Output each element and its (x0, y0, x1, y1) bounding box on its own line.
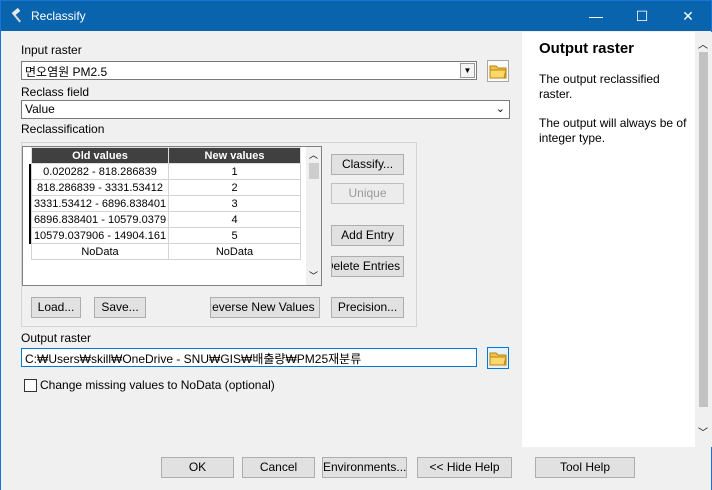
hammer-icon (11, 8, 21, 23)
help-title: Output raster (539, 40, 635, 57)
input-raster-browse-button[interactable] (487, 60, 509, 82)
minimize-button[interactable]: — (573, 1, 619, 31)
title-bar: Reclassify — ☐ ✕ (1, 1, 711, 31)
reclass-grid: Old values New values 0.020282 - 818.286… (31, 147, 301, 260)
cancel-button[interactable]: Cancel (242, 457, 315, 478)
chevron-up-icon[interactable]: ︿ (698, 36, 708, 51)
table-row[interactable]: 818.286839 - 3331.53412 2 (31, 179, 301, 196)
input-raster-label: Input raster (21, 43, 82, 57)
help-scrollbar[interactable]: ︿ ﹀ (695, 32, 712, 447)
hide-help-button[interactable]: << Hide Help (417, 457, 512, 478)
help-paragraph: The output reclassified raster. (539, 72, 660, 101)
table-row[interactable]: 3331.53412 - 6896.838401 3 (31, 195, 301, 212)
table-row[interactable]: 10579.037906 - 14904.161 5 (31, 227, 301, 244)
input-raster-value: 면오염원 PM2.5 (25, 65, 108, 79)
chevron-down-icon[interactable]: ﹀ (309, 269, 318, 282)
scroll-thumb[interactable] (699, 52, 708, 407)
reverse-new-values-button[interactable]: Reverse New Values (210, 297, 320, 318)
footer-bar: OK Cancel Environments... << Hide Help T… (1, 447, 711, 490)
add-entry-button[interactable]: Add Entry (331, 225, 404, 246)
output-raster-value: C:₩Users₩skill₩OneDrive - SNU₩GIS₩배출량₩PM… (25, 352, 362, 366)
help-paragraph: The output will always be of integer typ… (539, 116, 687, 145)
input-raster-dropdown[interactable]: 면오염원 PM2.5 ▼ (21, 61, 477, 80)
load-button[interactable]: Load... (31, 297, 81, 318)
close-button[interactable]: ✕ (665, 1, 711, 31)
old-value-cell[interactable]: 3331.53412 - 6896.838401 (31, 195, 169, 212)
precision-button[interactable]: Precision... (331, 297, 404, 318)
new-value-cell[interactable]: 5 (168, 227, 301, 244)
missing-values-checkbox[interactable] (24, 379, 37, 392)
old-value-cell[interactable]: 10579.037906 - 14904.161 (31, 227, 169, 244)
environments-button[interactable]: Environments... (322, 457, 407, 478)
table-row[interactable]: 0.020282 - 818.286839 1 (31, 163, 301, 180)
table-row[interactable]: NoData NoData (31, 243, 301, 260)
missing-values-label[interactable]: Change missing values to NoData (optiona… (40, 378, 275, 392)
old-value-cell[interactable]: NoData (31, 243, 169, 260)
reclass-field-label: Reclass field (21, 85, 90, 99)
window-title: Reclassify (31, 9, 86, 23)
table-row[interactable]: 6896.838401 - 10579.0379 4 (31, 211, 301, 228)
reclassify-dialog: Reclassify — ☐ ✕ Input raster 면오염원 PM2.5… (0, 0, 712, 490)
row-header (23, 147, 31, 285)
column-header-old[interactable]: Old values (31, 147, 169, 164)
tool-help-button[interactable]: Tool Help (535, 457, 635, 478)
old-value-cell[interactable]: 0.020282 - 818.286839 (31, 163, 169, 180)
ok-button[interactable]: OK (161, 457, 234, 478)
old-value-cell[interactable]: 818.286839 - 3331.53412 (31, 179, 169, 196)
reclass-field-value: Value (25, 102, 55, 116)
reclass-field-dropdown[interactable]: Value ⌄ (21, 100, 510, 119)
table-scrollbar[interactable]: ︿ ﹀ (306, 147, 321, 285)
help-panel: Output raster The output reclassified ra… (522, 32, 695, 447)
chevron-down-icon[interactable]: ⌄ (496, 102, 505, 115)
new-value-cell[interactable]: NoData (168, 243, 301, 260)
new-value-cell[interactable]: 1 (168, 163, 301, 180)
new-value-cell[interactable]: 3 (168, 195, 301, 212)
chevron-down-icon[interactable]: ﹀ (698, 424, 708, 439)
column-header-new[interactable]: New values (168, 147, 301, 164)
chevron-down-icon[interactable]: ▼ (460, 63, 475, 78)
output-raster-label: Output raster (21, 331, 92, 345)
delete-entries-button[interactable]: Delete Entries (331, 256, 404, 277)
output-raster-input[interactable]: C:₩Users₩skill₩OneDrive - SNU₩GIS₩배출량₩PM… (21, 348, 477, 367)
maximize-button[interactable]: ☐ (619, 1, 665, 31)
scroll-thumb[interactable] (309, 163, 319, 179)
new-value-cell[interactable]: 2 (168, 179, 301, 196)
save-button[interactable]: Save... (94, 297, 146, 318)
chevron-up-icon[interactable]: ︿ (309, 148, 318, 161)
folder-open-icon (489, 352, 507, 366)
reclassification-label: Reclassification (21, 122, 105, 136)
unique-button[interactable]: Unique (331, 183, 404, 204)
output-raster-browse-button[interactable] (487, 347, 509, 369)
reclass-table[interactable]: Old values New values 0.020282 - 818.286… (22, 146, 322, 286)
new-value-cell[interactable]: 4 (168, 211, 301, 228)
classify-button[interactable]: Classify... (331, 154, 404, 175)
folder-open-icon (489, 65, 507, 79)
old-value-cell[interactable]: 6896.838401 - 10579.0379 (31, 211, 169, 228)
